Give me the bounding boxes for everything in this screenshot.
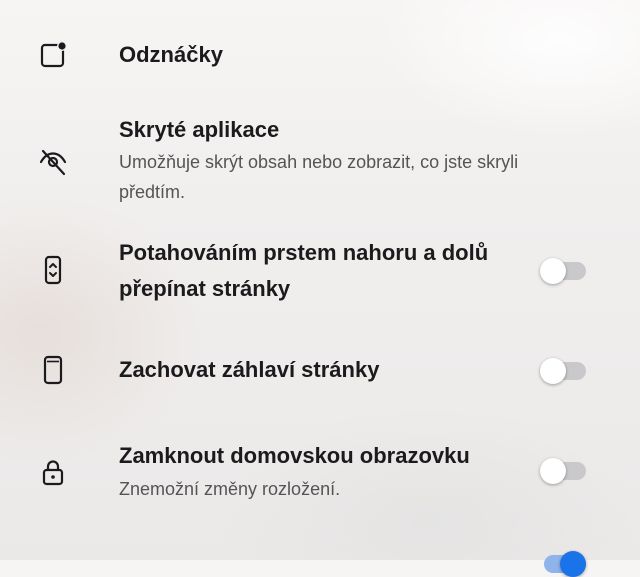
settings-item-hidden-apps[interactable]: Skryté aplikace Umožňuje skrýt obsah neb…: [0, 110, 640, 210]
settings-item-title: Skryté aplikace: [119, 117, 280, 142]
toggle-thumb: [540, 458, 566, 484]
eye-off-icon: [38, 147, 68, 177]
settings-item-title: Potahováním prstem nahoru a dolů přepína…: [119, 240, 489, 301]
toggle-thumb: [540, 258, 566, 284]
settings-item-lock-home[interactable]: Zamknout domovskou obrazovku Znemožní zm…: [0, 430, 640, 520]
settings-item-subtitle: Znemožní změny rozložení.: [119, 479, 341, 499]
settings-item-title: Zamknout domovskou obrazovku: [119, 443, 470, 468]
toggle-thumb: [560, 551, 586, 577]
settings-item-keep-header[interactable]: Zachovat záhlaví stránky: [0, 335, 640, 405]
phone-icon: [38, 355, 68, 385]
swipe-pages-toggle[interactable]: [540, 258, 586, 284]
swipe-vertical-icon: [38, 255, 68, 285]
settings-item-swipe-pages[interactable]: Potahováním prstem nahoru a dolů přepína…: [0, 230, 640, 312]
keep-header-toggle[interactable]: [540, 358, 586, 384]
settings-item-subtitle: Umožňuje skrýt obsah nebo zobrazit, co j…: [119, 152, 519, 202]
settings-item-badges[interactable]: Odznáčky: [0, 20, 640, 90]
lock-icon: [38, 457, 68, 487]
settings-item-title: Odznáčky: [119, 42, 223, 67]
partial-toggle[interactable]: [540, 551, 586, 577]
badge-icon: [38, 40, 68, 70]
settings-item-title: Zachovat záhlaví stránky: [119, 357, 380, 382]
lock-home-toggle[interactable]: [540, 458, 586, 484]
toggle-thumb: [540, 358, 566, 384]
settings-item-partial[interactable]: [0, 540, 640, 577]
